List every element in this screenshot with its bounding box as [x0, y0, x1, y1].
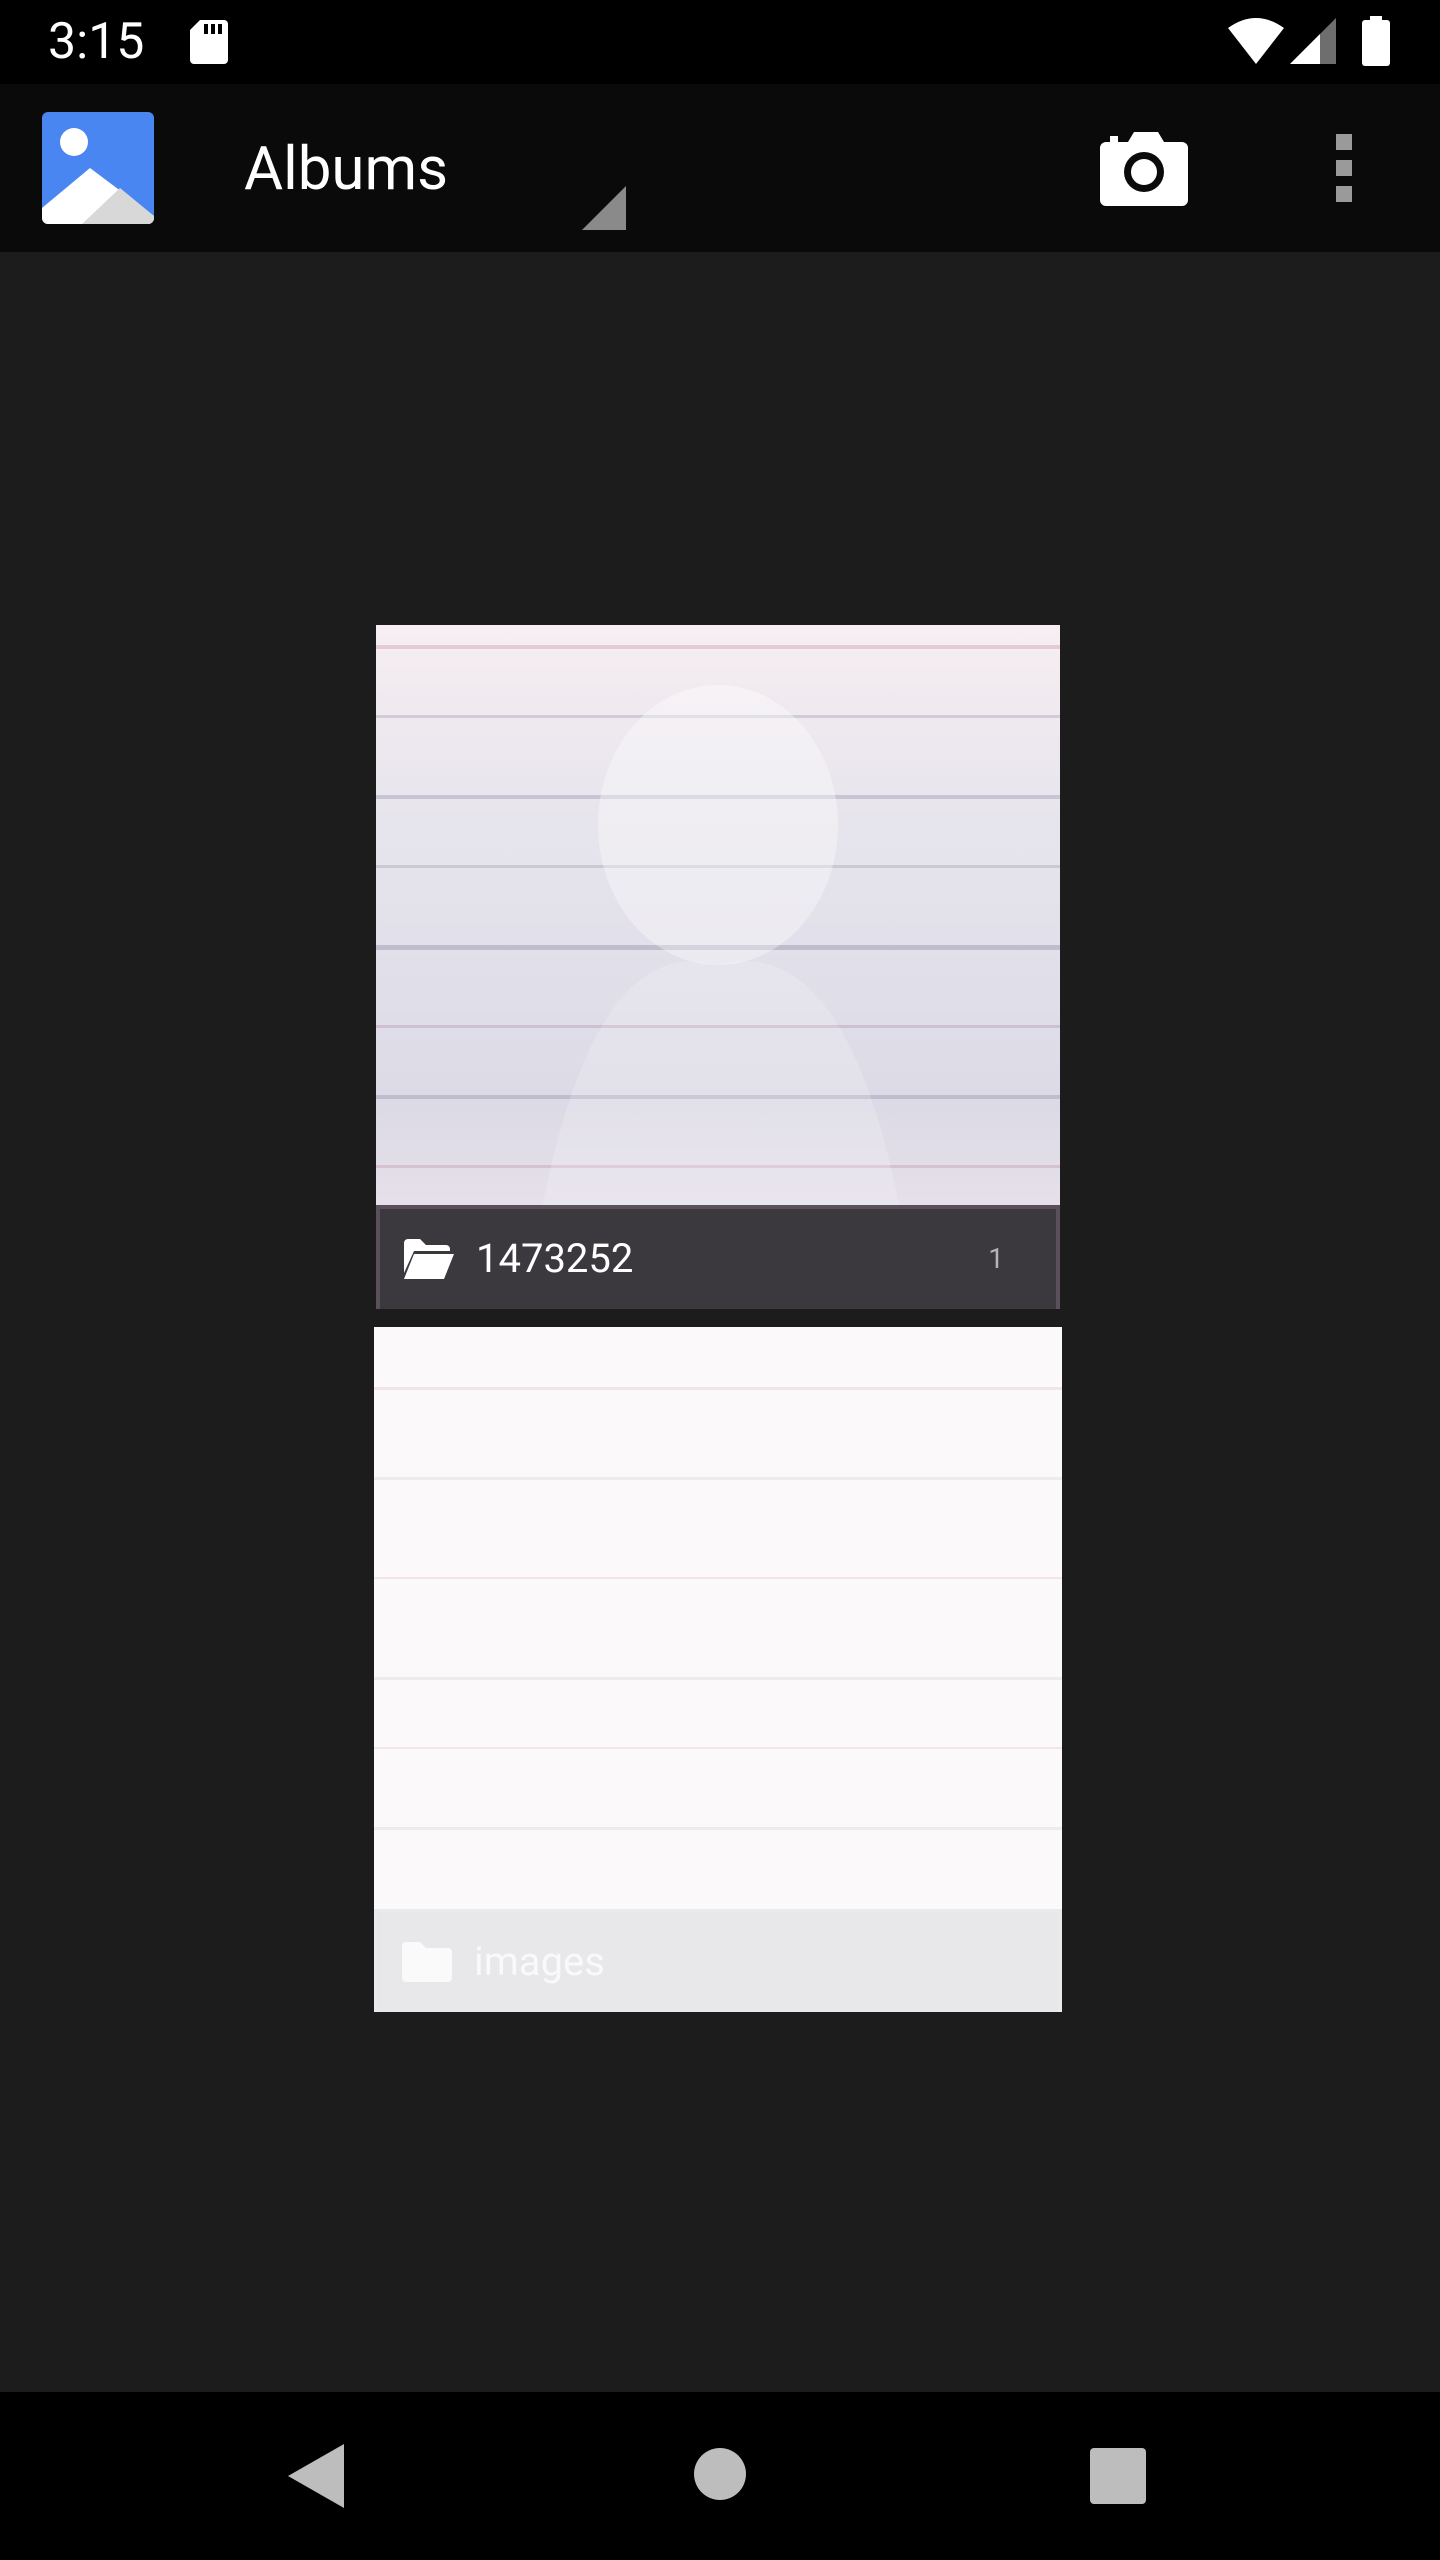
- album-label: images: [378, 1912, 1058, 2012]
- status-bar: 3:15: [0, 0, 1440, 84]
- album-card[interactable]: images: [374, 1327, 1062, 2012]
- album-card[interactable]: 1473252 1: [376, 625, 1060, 1309]
- navigation-bar: [0, 2392, 1440, 2560]
- album-name: 1473252: [476, 1235, 634, 1282]
- home-icon[interactable]: [694, 2448, 746, 2500]
- dropdown-triangle-icon[interactable]: [582, 186, 626, 230]
- album-thumbnail: [374, 1327, 1062, 2012]
- album-name: images: [474, 1938, 605, 1985]
- album-label: 1473252 1: [380, 1209, 1056, 1309]
- page-title[interactable]: Albums: [244, 134, 448, 204]
- folder-icon: [402, 1942, 452, 1982]
- album-thumbnail: [376, 625, 1060, 1309]
- battery-icon: [1362, 16, 1390, 66]
- camera-icon[interactable]: [1100, 128, 1188, 208]
- folder-open-icon: [404, 1239, 454, 1279]
- cell-signal-icon: [1290, 18, 1336, 64]
- toolbar: Albums: [0, 84, 1440, 252]
- album-count: 1: [988, 1242, 1004, 1275]
- overflow-menu-icon[interactable]: [1320, 128, 1368, 208]
- back-icon[interactable]: [288, 2444, 344, 2508]
- status-time: 3:15: [48, 13, 145, 71]
- recents-icon[interactable]: [1090, 2448, 1146, 2504]
- sd-card-icon: [190, 20, 228, 64]
- wifi-icon: [1228, 18, 1284, 64]
- gallery-app-icon[interactable]: [42, 112, 154, 224]
